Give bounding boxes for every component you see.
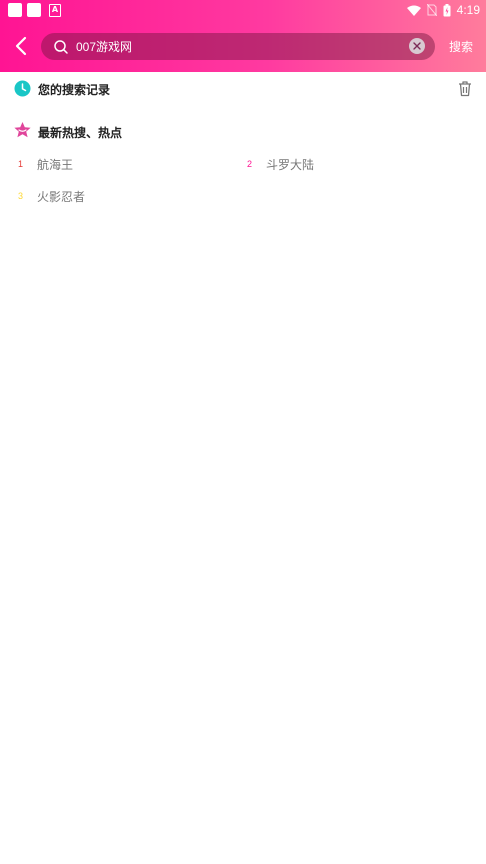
close-icon [413,42,421,50]
top-app-bar: A 4:19 007游戏网 搜索 [0,0,486,72]
notification-icon [27,3,41,17]
font-notification-icon: A [49,4,61,17]
search-button[interactable]: 搜索 [449,38,473,55]
notification-icon [8,3,22,17]
hot-search-title: 最新热搜、热点 [38,126,123,140]
status-bar: A 4:19 [0,0,486,20]
rank-number: 1 [18,159,24,169]
trash-icon[interactable] [457,80,473,97]
hot-search-label[interactable]: 火影忍者 [37,188,85,205]
clear-search-button[interactable] [409,38,425,54]
wifi-icon [406,5,421,16]
battery-icon [443,3,451,16]
no-sim-icon [426,4,437,16]
search-icon [54,40,68,54]
history-title: 您的搜索记录 [38,83,111,97]
back-arrow-icon[interactable] [10,34,32,58]
clock: 4:19 [456,3,480,17]
star-icon [14,122,31,138]
rank-number: 2 [247,159,253,169]
hot-search-label[interactable]: 航海王 [37,156,73,173]
hot-search-label[interactable]: 斗罗大陆 [266,156,314,173]
rank-number: 3 [18,191,24,201]
search-input[interactable]: 007游戏网 [76,38,132,55]
search-box[interactable]: 007游戏网 [41,33,435,60]
clock-icon [14,80,31,97]
